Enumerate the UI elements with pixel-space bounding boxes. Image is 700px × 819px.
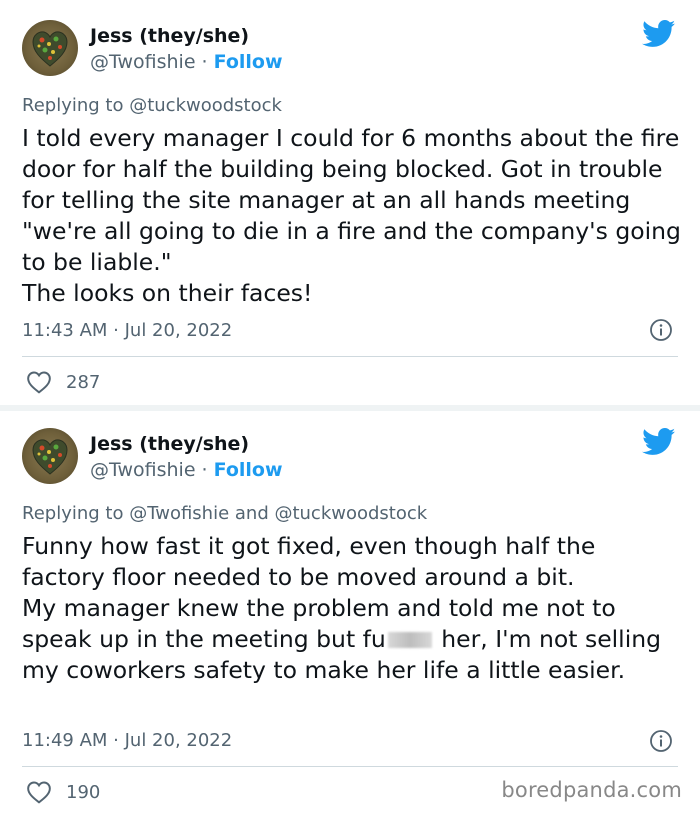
reply-prefix: Replying to [22,503,130,524]
heart-icon[interactable] [26,370,52,394]
twitter-bird-icon[interactable] [642,428,676,456]
watermark: boredpanda.com [501,778,682,802]
tweet-text: Funny how fast it got fixed, even though… [22,531,682,686]
replying-to: Replying to @tuckwoodstock [22,95,282,116]
reply-mention[interactable]: @Twofishie and @tuckwoodstock [129,503,427,524]
follow-button[interactable]: Follow [214,51,283,73]
like-count: 190 [66,781,101,803]
author-name[interactable]: Jess (they/she) [90,433,249,455]
twitter-bird-icon[interactable] [642,20,676,48]
like-action[interactable]: 287 [26,370,100,394]
author-handle[interactable]: @Twofishie [90,459,196,481]
reply-mention[interactable]: @tuckwoodstock [129,95,282,116]
replying-to: Replying to @Twofishie and @tuckwoodstoc… [22,503,427,524]
tweet-text: I told every manager I could for 6 month… [22,124,681,307]
handle-line: @Twofishie · Follow [90,51,283,73]
like-action[interactable]: 190 [26,780,100,804]
divider [22,356,678,357]
tweet-timestamp[interactable]: 11:43 AM · Jul 20, 2022 [22,320,232,341]
censor-blur [387,632,432,648]
tweet-timestamp[interactable]: 11:49 AM · Jul 20, 2022 [22,730,232,751]
reply-prefix: Replying to [22,95,130,116]
tweet-card: Jess (they/she) @Twofishie · Follow Repl… [0,408,700,819]
follow-button[interactable]: Follow [214,459,283,481]
dot-separator: · [195,459,214,481]
avatar[interactable] [22,428,78,484]
handle-line: @Twofishie · Follow [90,459,283,481]
divider [22,766,678,767]
tweet-card: Jess (they/she) @Twofishie · Follow Repl… [0,0,700,408]
author-name[interactable]: Jess (they/she) [90,25,249,47]
dot-separator: · [195,51,214,73]
like-count: 287 [66,371,101,393]
avatar[interactable] [22,20,78,76]
info-icon[interactable] [649,729,673,753]
author-handle[interactable]: @Twofishie [90,51,196,73]
info-icon[interactable] [649,318,673,342]
heart-icon[interactable] [26,780,52,804]
